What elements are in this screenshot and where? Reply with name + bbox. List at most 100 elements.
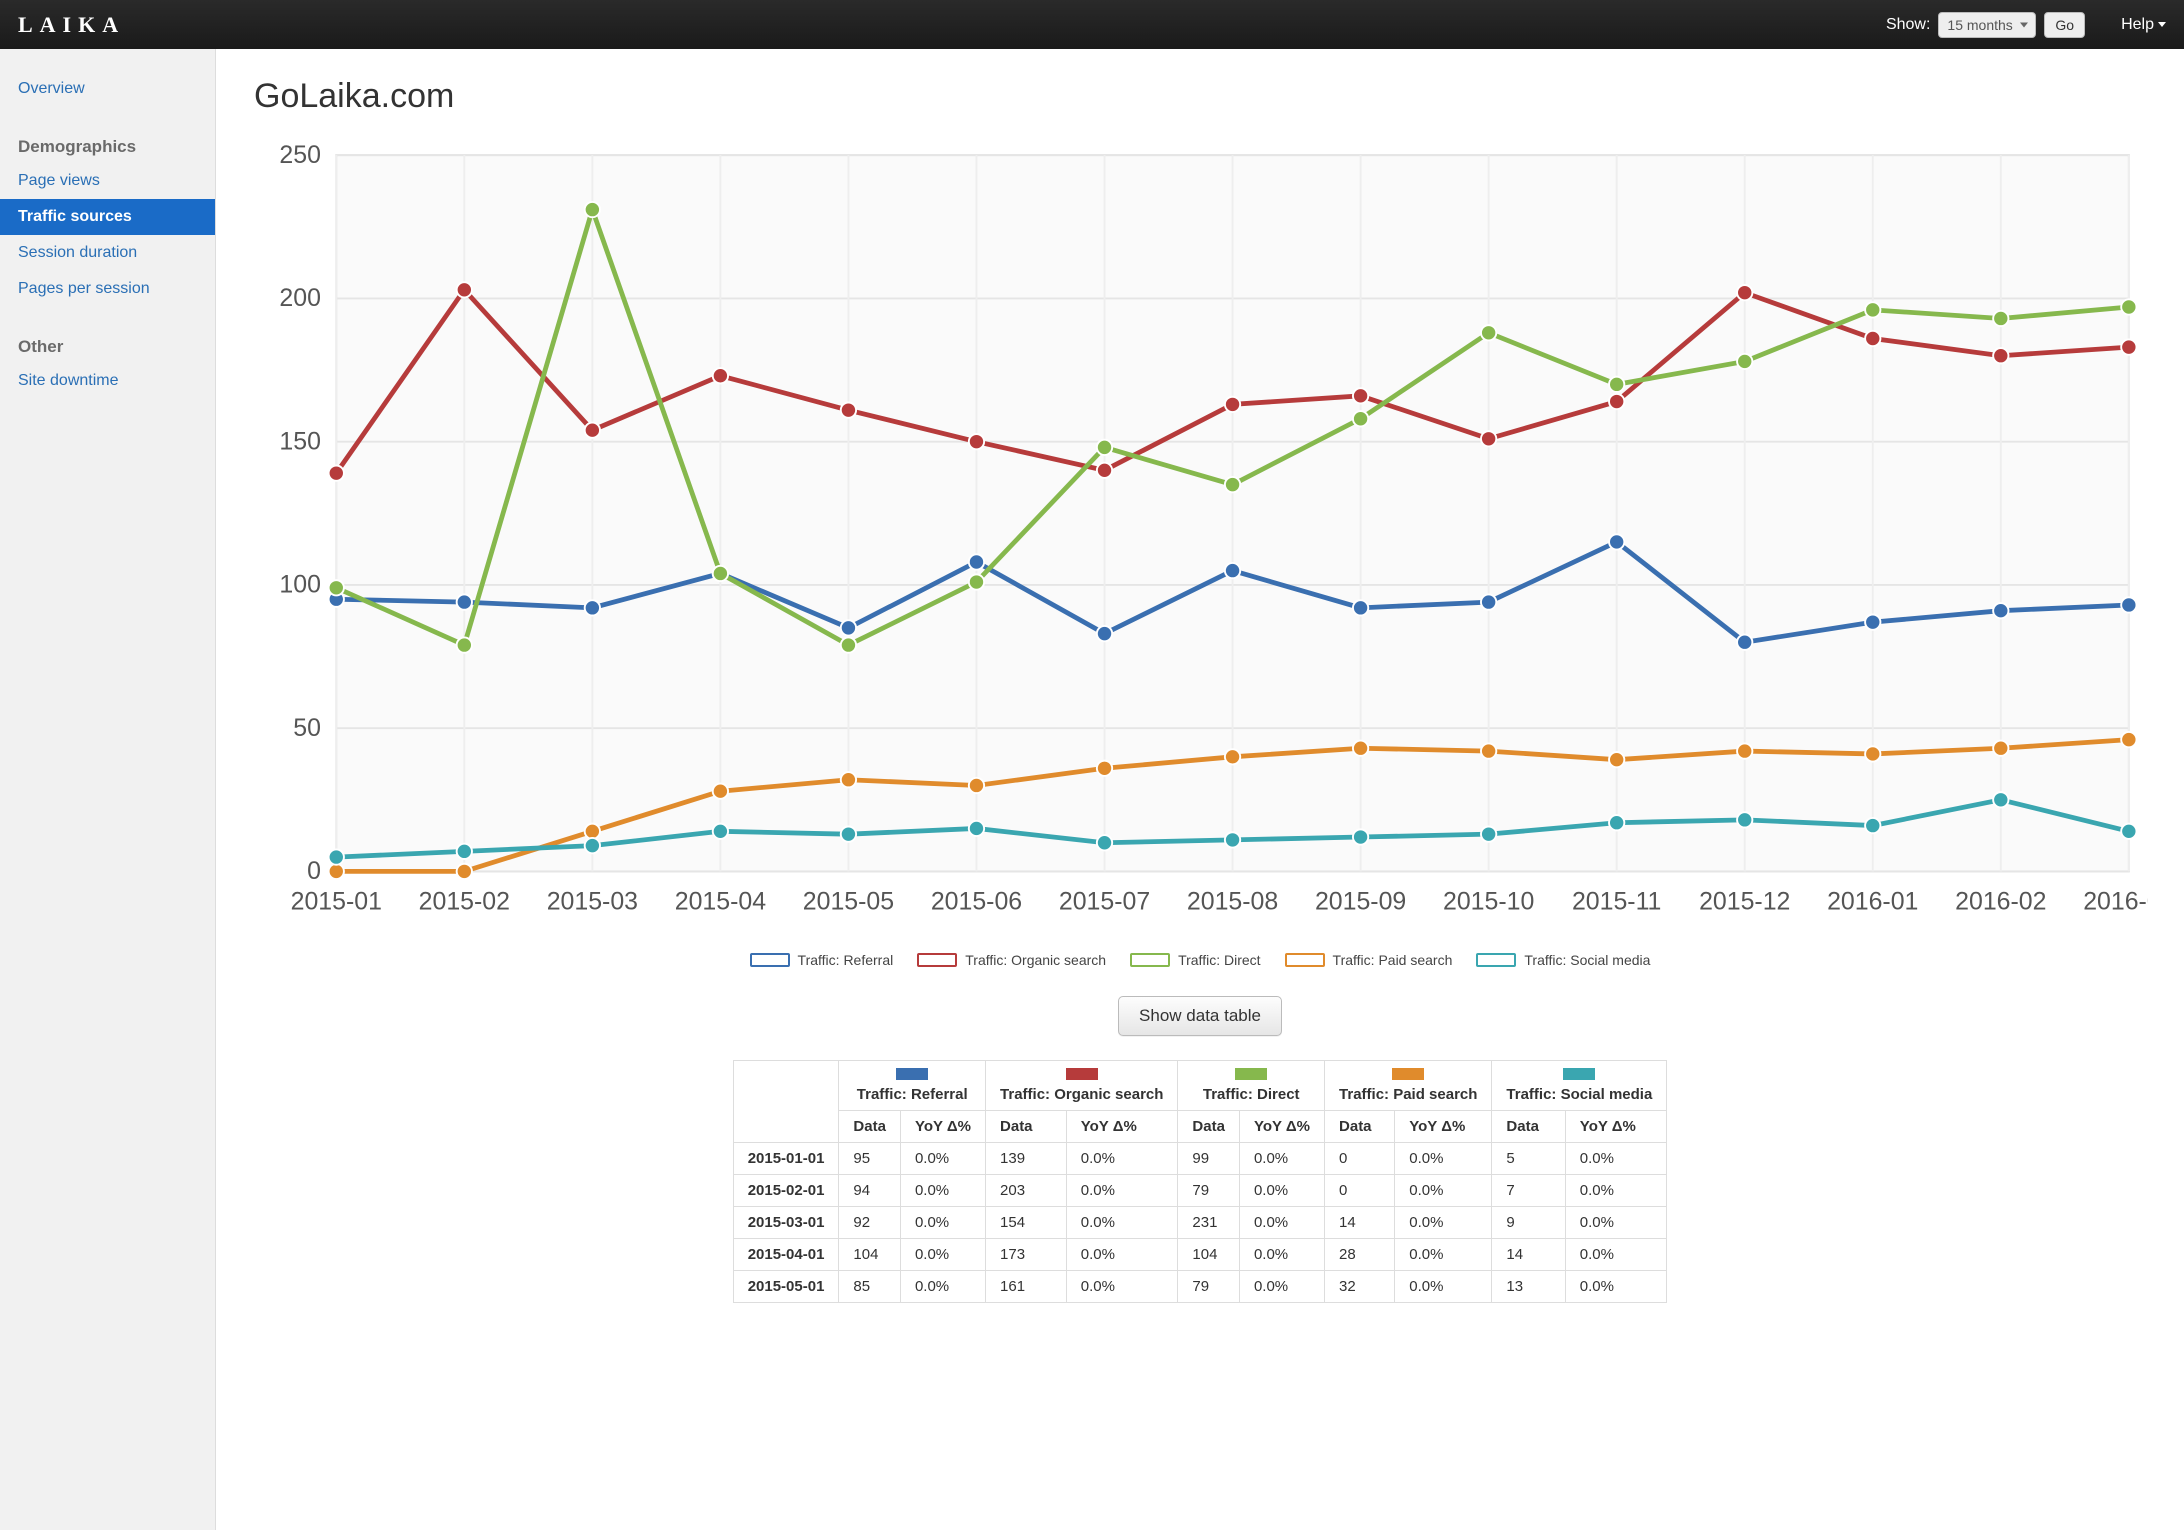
svg-text:100: 100 bbox=[279, 571, 321, 599]
table-head-series-3: Traffic: Paid search bbox=[1325, 1061, 1492, 1111]
caret-down-icon bbox=[2158, 22, 2166, 27]
sidebar-section-other-head: Other bbox=[0, 307, 215, 363]
cell-yoy: 0.0% bbox=[1565, 1271, 1667, 1303]
series-swatch-icon bbox=[1563, 1068, 1595, 1080]
table-subhead-yoy: YoY Δ% bbox=[1395, 1111, 1492, 1143]
cell-data: 173 bbox=[986, 1239, 1067, 1271]
legend-item-2[interactable]: Traffic: Direct bbox=[1130, 952, 1260, 968]
topbar: LAIKA Show: 15 months Go Help bbox=[0, 0, 2184, 49]
table-head-series-2: Traffic: Direct bbox=[1178, 1061, 1325, 1111]
help-label: Help bbox=[2121, 16, 2154, 34]
series-header-label: Traffic: Social media bbox=[1506, 1086, 1652, 1103]
cell-yoy: 0.0% bbox=[1239, 1271, 1324, 1303]
cell-data: 203 bbox=[986, 1175, 1067, 1207]
cell-yoy: 0.0% bbox=[1395, 1271, 1492, 1303]
legend-label: Traffic: Referral bbox=[798, 952, 894, 968]
cell-data: 94 bbox=[839, 1175, 901, 1207]
cell-yoy: 0.0% bbox=[1565, 1239, 1667, 1271]
table-subhead-data: Data bbox=[1178, 1111, 1240, 1143]
cell-yoy: 0.0% bbox=[1239, 1143, 1324, 1175]
table-subhead-data: Data bbox=[1492, 1111, 1565, 1143]
sidebar-item-pages-per-session[interactable]: Pages per session bbox=[0, 271, 215, 307]
cell-data: 79 bbox=[1178, 1271, 1240, 1303]
traffic-chart: 0501001502002502015-012015-022015-032015… bbox=[252, 136, 2148, 968]
svg-text:200: 200 bbox=[279, 284, 321, 312]
table-row: 2015-01-01950.0%1390.0%990.0%00.0%50.0% bbox=[733, 1143, 1667, 1175]
cell-data: 161 bbox=[986, 1271, 1067, 1303]
svg-text:2015-11: 2015-11 bbox=[1572, 888, 1661, 916]
help-menu[interactable]: Help bbox=[2121, 16, 2166, 34]
svg-text:2015-01: 2015-01 bbox=[291, 888, 382, 916]
cell-yoy: 0.0% bbox=[1395, 1207, 1492, 1239]
series-header-label: Traffic: Paid search bbox=[1339, 1086, 1477, 1103]
svg-text:150: 150 bbox=[279, 427, 321, 455]
chart-svg: 0501001502002502015-012015-022015-032015… bbox=[252, 136, 2148, 940]
table-row: 2015-05-01850.0%1610.0%790.0%320.0%130.0… bbox=[733, 1271, 1667, 1303]
table-head-series-1: Traffic: Organic search bbox=[986, 1061, 1178, 1111]
cell-data: 28 bbox=[1325, 1239, 1395, 1271]
cell-data: 104 bbox=[839, 1239, 901, 1271]
series-swatch-icon bbox=[896, 1068, 928, 1080]
cell-data: 0 bbox=[1325, 1143, 1395, 1175]
cell-yoy: 0.0% bbox=[900, 1207, 985, 1239]
series-swatch-icon bbox=[1066, 1068, 1098, 1080]
legend-item-1[interactable]: Traffic: Organic search bbox=[917, 952, 1106, 968]
cell-data: 14 bbox=[1492, 1239, 1565, 1271]
sidebar-item-overview[interactable]: Overview bbox=[0, 71, 215, 107]
legend-label: Traffic: Direct bbox=[1178, 952, 1260, 968]
svg-text:2016-02: 2016-02 bbox=[1955, 888, 2046, 916]
sidebar-item-traffic-sources[interactable]: Traffic sources bbox=[0, 199, 215, 235]
cell-yoy: 0.0% bbox=[900, 1239, 985, 1271]
cell-data: 32 bbox=[1325, 1271, 1395, 1303]
legend-item-4[interactable]: Traffic: Social media bbox=[1476, 952, 1650, 968]
cell-yoy: 0.0% bbox=[900, 1271, 985, 1303]
cell-data: 139 bbox=[986, 1143, 1067, 1175]
table-subhead-yoy: YoY Δ% bbox=[1066, 1111, 1178, 1143]
svg-text:2015-04: 2015-04 bbox=[675, 888, 766, 916]
brand-logo: LAIKA bbox=[18, 12, 125, 38]
cell-yoy: 0.0% bbox=[1066, 1239, 1178, 1271]
table-subhead-data: Data bbox=[839, 1111, 901, 1143]
page-title: GoLaika.com bbox=[254, 77, 2148, 116]
svg-text:2015-12: 2015-12 bbox=[1699, 888, 1790, 916]
cell-data: 99 bbox=[1178, 1143, 1240, 1175]
cell-yoy: 0.0% bbox=[1565, 1175, 1667, 1207]
table-subhead-data: Data bbox=[986, 1111, 1067, 1143]
svg-text:2015-09: 2015-09 bbox=[1315, 888, 1406, 916]
cell-date: 2015-02-01 bbox=[733, 1175, 839, 1207]
svg-text:2016-01: 2016-01 bbox=[1827, 888, 1918, 916]
cell-date: 2015-05-01 bbox=[733, 1271, 839, 1303]
sidebar-item-page-views[interactable]: Page views bbox=[0, 163, 215, 199]
cell-data: 104 bbox=[1178, 1239, 1240, 1271]
table-subhead-data: Data bbox=[1325, 1111, 1395, 1143]
series-header-label: Traffic: Referral bbox=[857, 1086, 968, 1103]
chart-legend: Traffic: Referral Traffic: Organic search… bbox=[252, 952, 2148, 968]
cell-yoy: 0.0% bbox=[1066, 1143, 1178, 1175]
main-content: GoLaika.com 0501001502002502015-012015-0… bbox=[216, 49, 2184, 1530]
cell-yoy: 0.0% bbox=[1565, 1143, 1667, 1175]
show-data-table-button[interactable]: Show data table bbox=[1118, 996, 1282, 1036]
legend-item-0[interactable]: Traffic: Referral bbox=[750, 952, 894, 968]
legend-item-3[interactable]: Traffic: Paid search bbox=[1285, 952, 1453, 968]
sidebar-item-session-duration[interactable]: Session duration bbox=[0, 235, 215, 271]
range-select[interactable]: 15 months bbox=[1938, 12, 2036, 38]
cell-data: 5 bbox=[1492, 1143, 1565, 1175]
svg-text:2016-03: 2016-03 bbox=[2083, 888, 2148, 916]
svg-text:2015-05: 2015-05 bbox=[803, 888, 894, 916]
topbar-controls: Show: 15 months Go Help bbox=[1886, 12, 2166, 38]
legend-swatch-icon bbox=[1476, 953, 1516, 967]
data-table: Traffic: Referral Traffic: Organic search… bbox=[733, 1060, 1668, 1303]
svg-text:250: 250 bbox=[279, 141, 321, 169]
cell-yoy: 0.0% bbox=[1395, 1239, 1492, 1271]
series-header-label: Traffic: Direct bbox=[1203, 1086, 1300, 1103]
series-swatch-icon bbox=[1235, 1068, 1267, 1080]
table-subhead-yoy: YoY Δ% bbox=[1239, 1111, 1324, 1143]
svg-text:2015-06: 2015-06 bbox=[931, 888, 1022, 916]
sidebar-item-site-downtime[interactable]: Site downtime bbox=[0, 363, 215, 399]
cell-yoy: 0.0% bbox=[900, 1143, 985, 1175]
go-button[interactable]: Go bbox=[2044, 12, 2085, 38]
legend-swatch-icon bbox=[1285, 953, 1325, 967]
cell-data: 0 bbox=[1325, 1175, 1395, 1207]
legend-swatch-icon bbox=[750, 953, 790, 967]
legend-label: Traffic: Social media bbox=[1524, 952, 1650, 968]
